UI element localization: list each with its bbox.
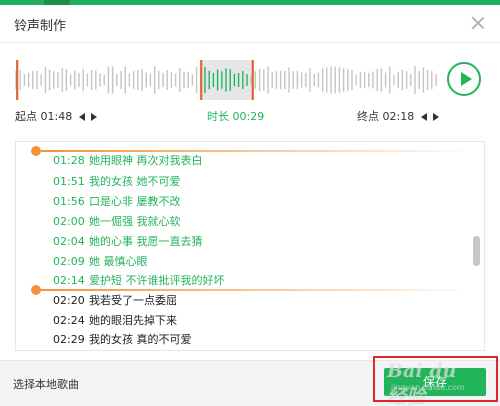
duration-label: 时长 bbox=[207, 110, 229, 123]
choose-local-song-link[interactable]: 选择本地歌曲 bbox=[13, 376, 79, 392]
lyric-row[interactable]: 02:29 我的女孩 真的不可爱 bbox=[16, 330, 484, 350]
lyric-row[interactable]: 02:00 她一倔强 我就心软 bbox=[16, 212, 484, 232]
start-time-control: 起点 01:48 bbox=[15, 108, 98, 124]
lyric-row[interactable]: 02:04 她的心事 我愿一直去猜 bbox=[16, 232, 484, 252]
duration-display: 时长 00:29 bbox=[207, 108, 264, 124]
highlight-box bbox=[373, 356, 498, 402]
lyric-row[interactable]: 01:28 她用眼神 再次对我表白 bbox=[16, 151, 484, 171]
end-time-control: 终点 02:18 bbox=[357, 108, 440, 124]
start-forward-icon[interactable] bbox=[91, 113, 98, 121]
lyric-row[interactable]: 02:24 她的眼泪先掉下来 bbox=[16, 311, 484, 331]
start-label: 起点 bbox=[15, 110, 37, 123]
end-label: 终点 bbox=[357, 110, 379, 123]
end-forward-icon[interactable] bbox=[433, 113, 440, 121]
lyrics-list[interactable]: ··· ··· 01:28她用眼神 再次对我表白 01:51我的女孩 她不可爱 … bbox=[15, 141, 485, 351]
lyric-row[interactable]: 02:09 她 最慎心眼 bbox=[16, 252, 484, 272]
duration-time: 00:29 bbox=[232, 110, 265, 123]
lyric-row[interactable]: 02:20 我若受了一点委屈 bbox=[16, 291, 484, 311]
dialog-title: 铃声制作 bbox=[14, 19, 67, 34]
dialog-header: 铃声制作 bbox=[0, 5, 500, 43]
play-button[interactable] bbox=[447, 62, 481, 96]
lyric-row[interactable]: 01:51 我的女孩 她不可爱 bbox=[16, 172, 484, 192]
end-time: 02:18 bbox=[382, 110, 415, 123]
waveform-editor[interactable] bbox=[12, 58, 442, 102]
lyric-row[interactable]: 01:56 口是心非 屡教不改 bbox=[16, 192, 484, 212]
start-time: 01:48 bbox=[40, 110, 73, 123]
end-back-icon[interactable] bbox=[420, 113, 427, 121]
close-icon[interactable] bbox=[468, 13, 488, 33]
start-back-icon[interactable] bbox=[78, 113, 85, 121]
lyrics-scrollbar[interactable] bbox=[473, 236, 480, 266]
